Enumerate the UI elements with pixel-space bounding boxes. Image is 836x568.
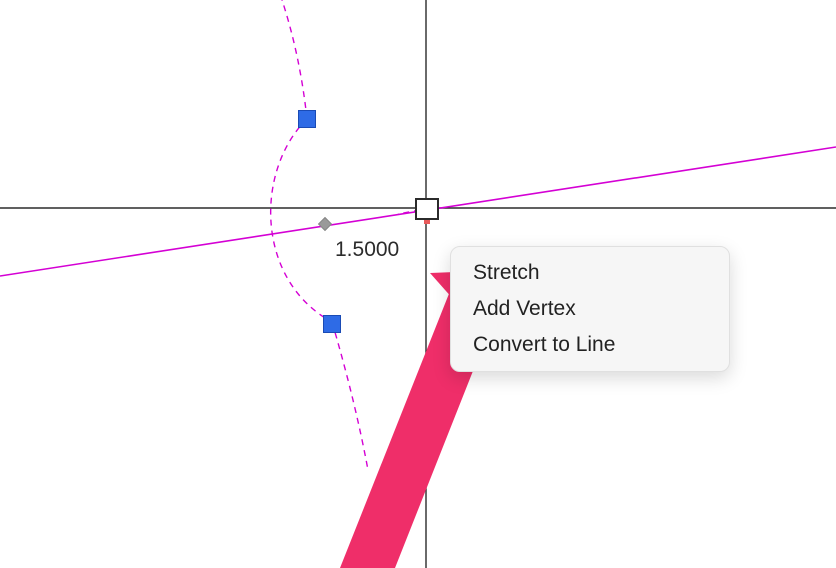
grip-context-menu: Stretch Add Vertex Convert to Line [450,246,730,372]
menu-item-stretch[interactable]: Stretch [451,255,729,291]
dashed-upper-tangent [282,0,307,119]
menu-item-convert-to-line[interactable]: Convert to Line [451,327,729,363]
dashed-lower-tangent [332,322,368,470]
polyline-grip[interactable] [298,110,316,128]
polyline-grip[interactable] [323,315,341,333]
menu-item-add-vertex[interactable]: Add Vertex [451,291,729,327]
active-grip[interactable] [415,198,439,220]
dimension-label: 1.5000 [335,238,399,262]
